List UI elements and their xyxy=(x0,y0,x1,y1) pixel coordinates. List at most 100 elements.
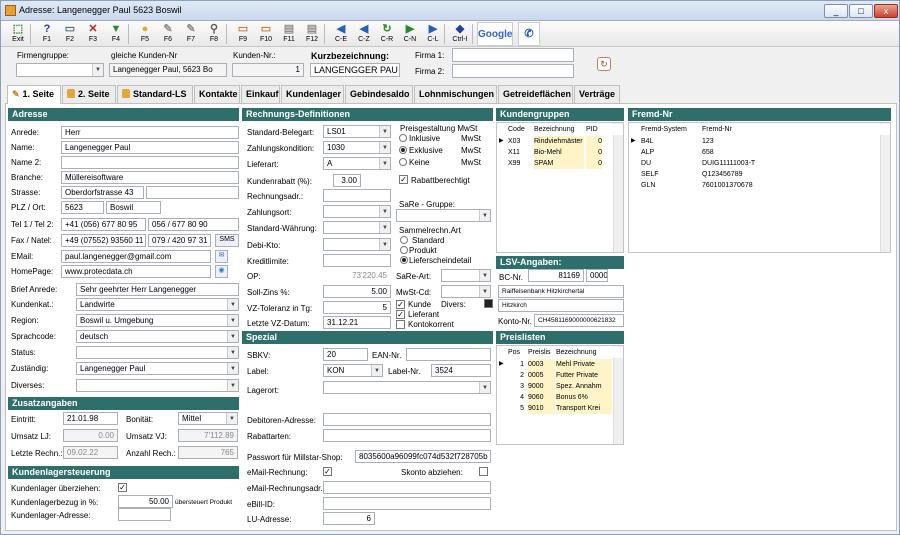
tab-einkauf[interactable]: Einkauf xyxy=(241,85,280,103)
kundenrabatt-field[interactable]: 3.00 xyxy=(333,174,361,187)
label-nr-field[interactable]: 3524 xyxy=(431,364,491,377)
diverses-select[interactable]: ▼ xyxy=(76,379,239,392)
toolbar-button-f9[interactable]: ▭ F9 xyxy=(232,22,254,46)
table-row[interactable]: ▶ X03 Rindviehmäster 0 xyxy=(497,136,623,147)
table-row[interactable]: ALP 658 xyxy=(629,147,890,158)
zahlungsort-select[interactable]: ▼ xyxy=(323,205,391,218)
kundenlagerbezug-field[interactable]: 50.00 xyxy=(118,495,173,508)
toolbar-button-f8[interactable]: ⚲ F8 xyxy=(203,22,225,46)
natel-field[interactable]: 079 / 420 97 31 xyxy=(148,234,211,247)
lu-adresse-field[interactable]: 6 xyxy=(323,512,375,525)
lieferscheindetail-radio[interactable] xyxy=(400,256,408,264)
bc-nr2-field[interactable]: 0000 xyxy=(586,269,608,282)
tab-kundenlager[interactable]: Kundenlager xyxy=(281,85,344,103)
lieferant-checkbox[interactable]: ✓ xyxy=(396,310,405,319)
toolbar-button-f5[interactable]: ● F5 xyxy=(134,22,156,46)
kontokorrent-checkbox[interactable] xyxy=(396,320,405,329)
name-field[interactable]: Langenegger Paul xyxy=(61,141,239,154)
toolbar-button-c-r[interactable]: ↻ C-R xyxy=(376,22,398,46)
rabattberechtigt-checkbox[interactable]: ✓ xyxy=(399,175,408,184)
divers-checkbox[interactable] xyxy=(484,299,493,308)
produkt-radio[interactable] xyxy=(400,246,408,254)
table-row[interactable]: SELF Q123456789 xyxy=(629,169,890,180)
table-row[interactable]: 4 9060 Bonus 6% xyxy=(497,392,623,403)
table-row[interactable]: ▶ B4L 123 xyxy=(629,136,890,147)
name2-field[interactable] xyxy=(61,156,239,169)
tab-2-seite[interactable]: 2. Seite xyxy=(62,85,116,103)
sprachcode-select[interactable]: deutsch ▼ xyxy=(76,330,239,343)
kreditlimite-field[interactable] xyxy=(323,254,391,267)
vz-toleranz-field[interactable]: 5 xyxy=(323,301,391,314)
tab-vertr-ge[interactable]: Verträge xyxy=(574,85,620,103)
sms-button[interactable]: SMS xyxy=(215,234,239,247)
toolbar-button-f11[interactable]: ▤ F11 xyxy=(278,22,300,46)
umsatz-lj-field[interactable]: 0.00 xyxy=(63,429,118,442)
firma1-field[interactable] xyxy=(452,48,574,62)
toolbar-button-f2[interactable]: ▭ F2 xyxy=(59,22,81,46)
plz-field[interactable]: 5623 xyxy=(61,201,104,214)
lieferart-select[interactable]: A ▼ xyxy=(323,157,391,170)
tel1-field[interactable]: +41 (056) 677 80 95 xyxy=(61,218,146,231)
fax-field[interactable]: +49 (07552) 93560 11 xyxy=(61,234,146,247)
bonitaet-select[interactable]: Mittel ▼ xyxy=(178,412,238,425)
toolbar-button-c-l[interactable]: ▶ C-L xyxy=(422,22,444,46)
toolbar-button-c-e[interactable]: ◀ C-E xyxy=(330,22,352,46)
fremd-nr-grid[interactable]: Fremd-System Fremd-Nr ▶ B4L 123 ALP 658 DU DUIG1… xyxy=(628,122,891,253)
table-row[interactable]: GLN 7601001370678 xyxy=(629,180,890,191)
table-row[interactable]: X11 Bio-Mehl 0 xyxy=(497,147,623,158)
firmengruppe-select[interactable]: ▼ xyxy=(16,63,104,77)
standard-waehrung-select[interactable]: ▼ xyxy=(323,221,391,234)
label-select[interactable]: KON ▼ xyxy=(323,364,383,377)
close-button[interactable]: x xyxy=(874,4,898,18)
google-button[interactable]: Google xyxy=(477,22,513,46)
table-row[interactable]: ▶ 1 0003 Mehl Private xyxy=(497,359,623,370)
status-select[interactable]: ▼ xyxy=(76,346,239,359)
kunden-nr-field[interactable]: 1 xyxy=(232,63,304,77)
toolbar-button-f12[interactable]: ▤ F12 xyxy=(301,22,323,46)
email-field[interactable]: paul.langenegger@gmail.com xyxy=(61,250,211,263)
tab-lohnmischungen[interactable]: Lohnmischungen xyxy=(414,85,497,103)
ort-field[interactable]: Boswil xyxy=(106,201,161,214)
konto-nr-field[interactable]: CH4581169000000621832 xyxy=(534,314,624,327)
preislisten-grid[interactable]: Pos Preislis Bezeichnung ▶ 1 0003 Mehl Private… xyxy=(496,345,624,445)
mail-icon[interactable]: ✉ xyxy=(215,250,228,263)
kundengruppen-grid[interactable]: Code Bezeichnung PID ▶ X03 Rindviehmäster 0 X11… xyxy=(496,122,624,253)
standard-radio[interactable] xyxy=(400,236,408,244)
tab-kontakte[interactable]: Kontakte xyxy=(194,85,240,103)
kundenkat-select[interactable]: Landwirte ▼ xyxy=(76,298,239,311)
keine-radio[interactable] xyxy=(399,158,407,166)
toolbar-button-f1[interactable]: ? F1 xyxy=(36,22,58,46)
bank-name-field[interactable]: Raiffeisenbank Hitzkirchertal xyxy=(498,285,624,298)
toolbar-button-exit[interactable]: ⬚ Exit xyxy=(7,22,29,46)
debi-kto-select[interactable]: ▼ xyxy=(323,238,391,251)
letzte-vz-datum-field[interactable]: 31.12.21 xyxy=(323,316,391,329)
homepage-field[interactable]: www.protecdata.ch xyxy=(61,265,211,278)
standard-belegart-select[interactable]: LS01 ▼ xyxy=(323,125,391,138)
ean-field[interactable] xyxy=(406,348,491,361)
kundenlager-adresse-field[interactable] xyxy=(118,508,171,521)
table-row[interactable]: 2 0005 Futter Private xyxy=(497,370,623,381)
rechnungsadr-field[interactable] xyxy=(323,189,391,202)
maximize-button[interactable]: □ xyxy=(849,4,873,18)
exklusive-radio[interactable] xyxy=(399,146,407,154)
zustaendig-select[interactable]: Langenegger Paul ▼ xyxy=(76,362,239,375)
sare-art-select[interactable]: ▼ xyxy=(441,269,491,282)
tab-getreidefl-chen[interactable]: Getreideflächen xyxy=(498,85,573,103)
firma2-field[interactable] xyxy=(452,64,574,78)
kundenlager-ueberziehen-checkbox[interactable]: ✓ xyxy=(118,483,127,492)
refresh-icon[interactable]: ↻ xyxy=(597,57,611,71)
email-rechnungsadr-field[interactable] xyxy=(323,481,491,494)
email-rechnung-checkbox[interactable]: ✓ xyxy=(323,467,332,476)
tab-gebindesaldo[interactable]: Gebindesaldo xyxy=(345,85,413,103)
umsatz-vj-field[interactable]: 7'112.89 xyxy=(178,429,238,442)
toolbar-button-f10[interactable]: ▭ F10 xyxy=(255,22,277,46)
minimize-button[interactable]: _ xyxy=(824,4,848,18)
table-row[interactable]: X99 SPAM 0 xyxy=(497,158,623,169)
table-row[interactable]: DU DUIG11111003-T xyxy=(629,158,890,169)
tab-standard-ls[interactable]: Standard-LS xyxy=(117,85,193,103)
lagerort-select[interactable]: ▼ xyxy=(323,381,491,394)
toolbar-button-f3[interactable]: ✕ F3 xyxy=(82,22,104,46)
bank-ort-field[interactable]: Hitzkirch xyxy=(498,299,624,312)
anrede-field[interactable]: Herr xyxy=(61,126,239,139)
table-row[interactable]: 5 9010 Transport Krei xyxy=(497,403,623,414)
